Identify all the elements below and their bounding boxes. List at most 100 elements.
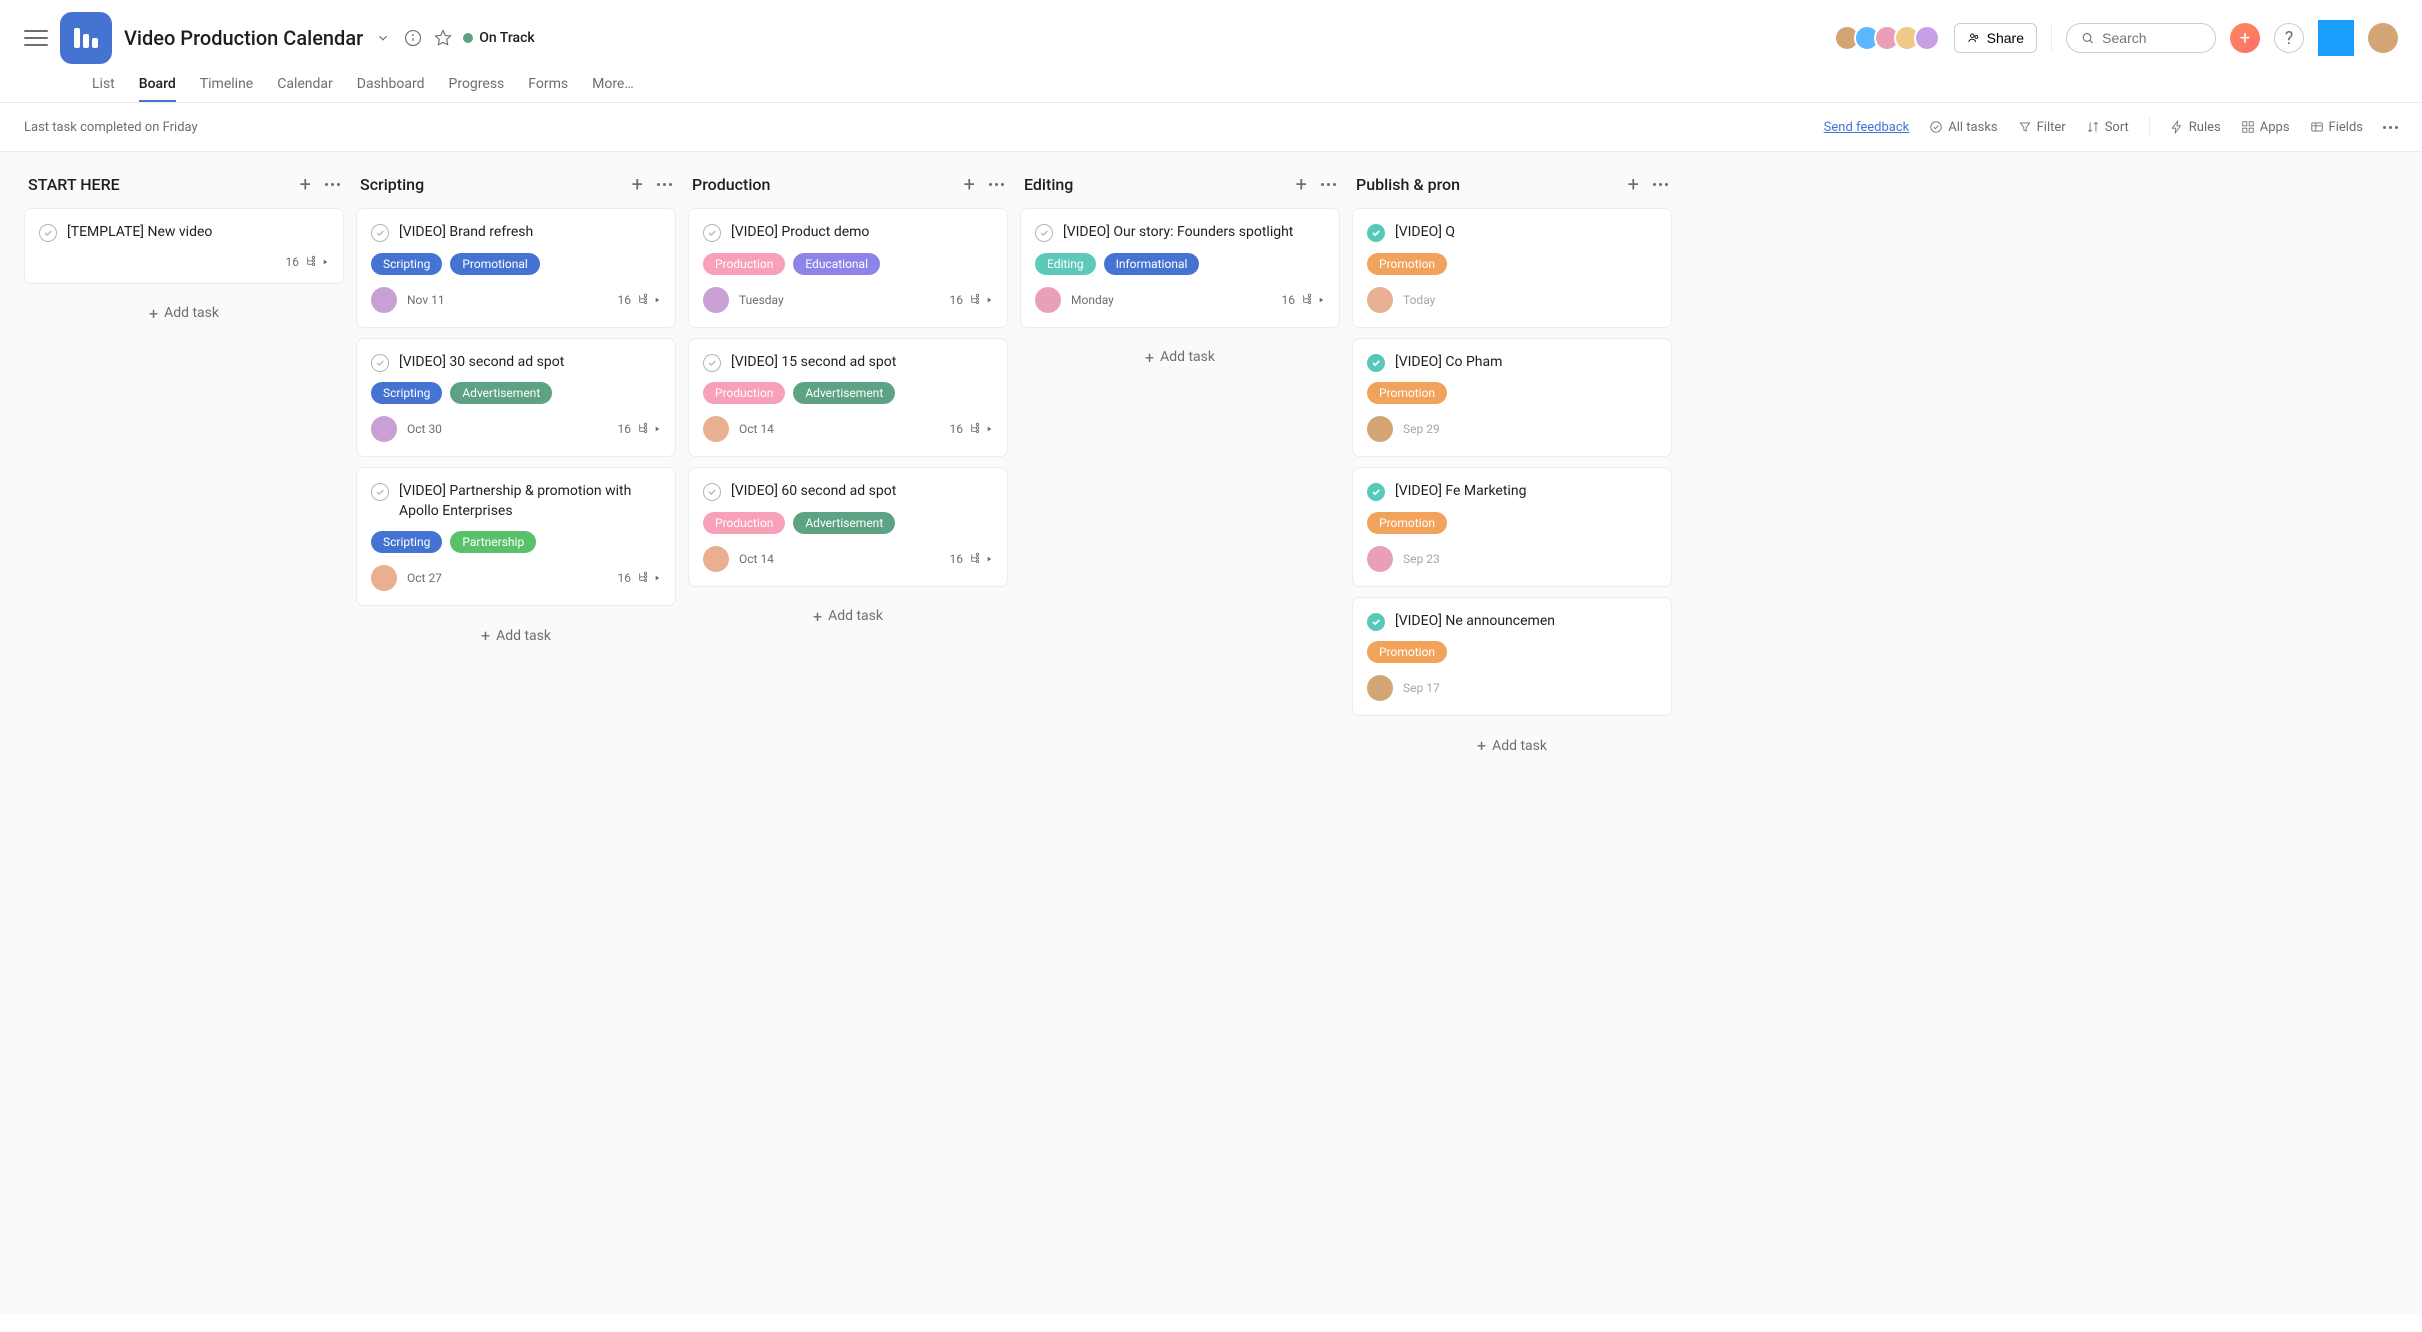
add-card-icon[interactable]: + (300, 172, 311, 196)
complete-check[interactable] (1367, 224, 1385, 242)
column-title[interactable]: START HERE (28, 175, 120, 194)
tag[interactable]: Scripting (371, 382, 442, 404)
star-icon[interactable] (433, 28, 453, 48)
tab-progress[interactable]: Progress (449, 68, 505, 102)
add-task-button[interactable]: +Add task (24, 294, 344, 333)
add-task-button[interactable]: +Add task (1020, 338, 1340, 377)
complete-check[interactable] (1035, 224, 1053, 242)
task-card[interactable]: [VIDEO] Product demoProductionEducationa… (688, 208, 1008, 328)
assignee-avatar[interactable] (371, 416, 397, 442)
column-more-icon[interactable] (1653, 172, 1668, 196)
add-card-icon[interactable]: + (964, 172, 975, 196)
column-title[interactable]: Editing (1024, 175, 1073, 194)
project-title[interactable]: Video Production Calendar (124, 26, 363, 50)
tag[interactable]: Editing (1035, 253, 1096, 275)
column-more-icon[interactable] (989, 172, 1004, 196)
add-button[interactable]: + (2230, 23, 2260, 53)
complete-check[interactable] (703, 354, 721, 372)
tab-dashboard[interactable]: Dashboard (357, 68, 425, 102)
hamburger-menu-icon[interactable] (24, 26, 48, 50)
add-task-button[interactable]: +Add task (1352, 726, 1672, 765)
member-avatars[interactable] (1834, 25, 1940, 51)
complete-check[interactable] (1367, 354, 1385, 372)
member-avatar[interactable] (1914, 25, 1940, 51)
column-title[interactable]: Scripting (360, 175, 424, 194)
tab-board[interactable]: Board (139, 68, 176, 102)
assignee-avatar[interactable] (371, 287, 397, 313)
column-more-icon[interactable] (657, 172, 672, 196)
rules-button[interactable]: Rules (2170, 120, 2221, 135)
task-card[interactable]: [VIDEO] 15 second ad spotProductionAdver… (688, 338, 1008, 458)
assignee-avatar[interactable] (1367, 675, 1393, 701)
complete-check[interactable] (1367, 483, 1385, 501)
task-card[interactable]: [TEMPLATE] New video16 (24, 208, 344, 284)
assignee-avatar[interactable] (371, 565, 397, 591)
column-title[interactable]: Production (692, 175, 770, 194)
assignee-avatar[interactable] (703, 546, 729, 572)
fields-button[interactable]: Fields (2310, 120, 2363, 135)
assignee-avatar[interactable] (1367, 287, 1393, 313)
tab-timeline[interactable]: Timeline (200, 68, 253, 102)
help-button[interactable]: ? (2274, 23, 2304, 53)
tab-forms[interactable]: Forms (528, 68, 568, 102)
sort-button[interactable]: Sort (2086, 120, 2129, 135)
tab-more[interactable]: More… (592, 68, 634, 102)
tag[interactable]: Informational (1104, 253, 1200, 275)
tag[interactable]: Production (703, 253, 785, 275)
task-card[interactable]: [VIDEO] Fe MarketingPromotionSep 23 (1352, 467, 1672, 587)
complete-check[interactable] (371, 483, 389, 501)
assignee-avatar[interactable] (703, 416, 729, 442)
column-more-icon[interactable] (325, 172, 340, 196)
user-avatar[interactable] (2368, 23, 2398, 53)
task-card[interactable]: [VIDEO] Co PhamPromotionSep 29 (1352, 338, 1672, 458)
complete-check[interactable] (1367, 613, 1385, 631)
complete-check[interactable] (703, 224, 721, 242)
add-task-button[interactable]: +Add task (688, 597, 1008, 636)
tag[interactable]: Promotional (450, 253, 540, 275)
task-card[interactable]: [VIDEO] Brand refreshScriptingPromotiona… (356, 208, 676, 328)
filter-button[interactable]: Filter (2018, 120, 2066, 135)
search-input[interactable] (2066, 23, 2216, 53)
complete-check[interactable] (39, 224, 57, 242)
assignee-avatar[interactable] (1035, 287, 1061, 313)
tab-calendar[interactable]: Calendar (277, 68, 333, 102)
tag[interactable]: Advertisement (793, 382, 895, 404)
status-badge[interactable]: On Track (463, 30, 535, 46)
tag[interactable]: Promotion (1367, 382, 1447, 404)
task-card[interactable]: [VIDEO] Ne announcemenPromotionSep 17 (1352, 597, 1672, 717)
task-card[interactable]: [VIDEO] Our story: Founders spotlightEdi… (1020, 208, 1340, 328)
assignee-avatar[interactable] (1367, 546, 1393, 572)
tag[interactable]: Educational (793, 253, 880, 275)
tag[interactable]: Partnership (450, 531, 536, 553)
complete-check[interactable] (703, 483, 721, 501)
tag[interactable]: Scripting (371, 253, 442, 275)
task-card[interactable]: [VIDEO] Partnership & promotion with Apo… (356, 467, 676, 606)
tag[interactable]: Advertisement (450, 382, 552, 404)
tag[interactable]: Promotion (1367, 253, 1447, 275)
tag[interactable]: Promotion (1367, 512, 1447, 534)
all-tasks-button[interactable]: All tasks (1929, 120, 1997, 135)
column-more-icon[interactable] (1321, 172, 1336, 196)
tag[interactable]: Advertisement (793, 512, 895, 534)
task-card[interactable]: [VIDEO] 60 second ad spotProductionAdver… (688, 467, 1008, 587)
task-card[interactable]: [VIDEO] QPromotionToday (1352, 208, 1672, 328)
add-card-icon[interactable]: + (1296, 172, 1307, 196)
info-icon[interactable] (403, 28, 423, 48)
tag[interactable]: Production (703, 512, 785, 534)
share-button[interactable]: Share (1954, 23, 2037, 53)
more-button[interactable] (2383, 126, 2398, 129)
search-field[interactable] (2102, 30, 2201, 46)
assignee-avatar[interactable] (703, 287, 729, 313)
add-card-icon[interactable]: + (1628, 172, 1639, 196)
tag[interactable]: Scripting (371, 531, 442, 553)
upgrade-tile[interactable] (2318, 20, 2354, 56)
chevron-down-icon[interactable] (373, 28, 393, 48)
feedback-link[interactable]: Send feedback (1824, 120, 1910, 135)
tag[interactable]: Promotion (1367, 641, 1447, 663)
tag[interactable]: Production (703, 382, 785, 404)
column-title[interactable]: Publish & pron (1356, 175, 1460, 194)
add-card-icon[interactable]: + (632, 172, 643, 196)
complete-check[interactable] (371, 224, 389, 242)
task-card[interactable]: [VIDEO] 30 second ad spotScriptingAdvert… (356, 338, 676, 458)
apps-button[interactable]: Apps (2241, 120, 2290, 135)
